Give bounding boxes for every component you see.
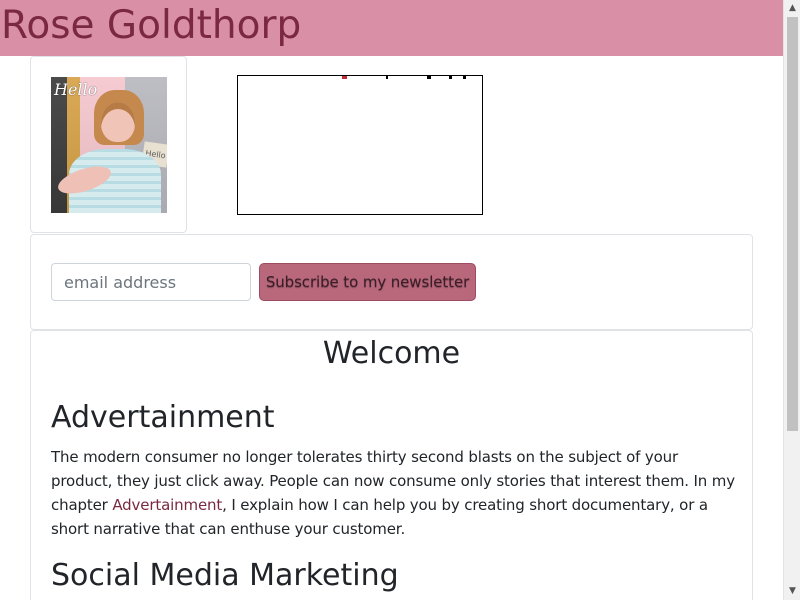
media-top-mark [386, 76, 388, 79]
advertainment-paragraph: The modern consumer no longer tolerates … [51, 445, 735, 541]
photo-hello-text: Hello [54, 80, 98, 99]
main-content-card: Welcome Advertainment The modern consume… [30, 330, 753, 600]
media-top-mark [449, 76, 452, 79]
social-media-marketing-heading: Social Media Marketing [51, 558, 399, 593]
embedded-media-frame[interactable] [237, 75, 483, 215]
profile-card: Hello Hello [30, 56, 187, 233]
site-title: Rose Goldthorp [1, 3, 302, 48]
scrollbar-thumb[interactable] [787, 17, 798, 431]
vertical-scrollbar[interactable]: ▲ ▼ [783, 0, 800, 600]
subscribe-button[interactable]: Subscribe to my newsletter [259, 263, 476, 301]
advertainment-heading: Advertainment [51, 400, 275, 435]
media-top-mark [427, 76, 431, 79]
site-header: Rose Goldthorp [0, 0, 783, 56]
email-input[interactable] [51, 263, 251, 301]
browser-viewport: Rose Goldthorp Hello Hello Subscribe to … [0, 0, 800, 600]
chevron-down-icon[interactable]: ▼ [784, 583, 800, 600]
media-top-mark [463, 76, 466, 79]
photo-person-face [101, 102, 135, 142]
profile-photo: Hello Hello [51, 77, 167, 213]
newsletter-card: Subscribe to my newsletter [30, 234, 753, 330]
page-content: Rose Goldthorp Hello Hello Subscribe to … [0, 0, 783, 600]
advertainment-link[interactable]: Advertainment [112, 496, 222, 514]
media-top-red-mark [342, 76, 347, 79]
chevron-up-icon[interactable]: ▲ [784, 0, 800, 17]
welcome-heading: Welcome [322, 336, 461, 371]
